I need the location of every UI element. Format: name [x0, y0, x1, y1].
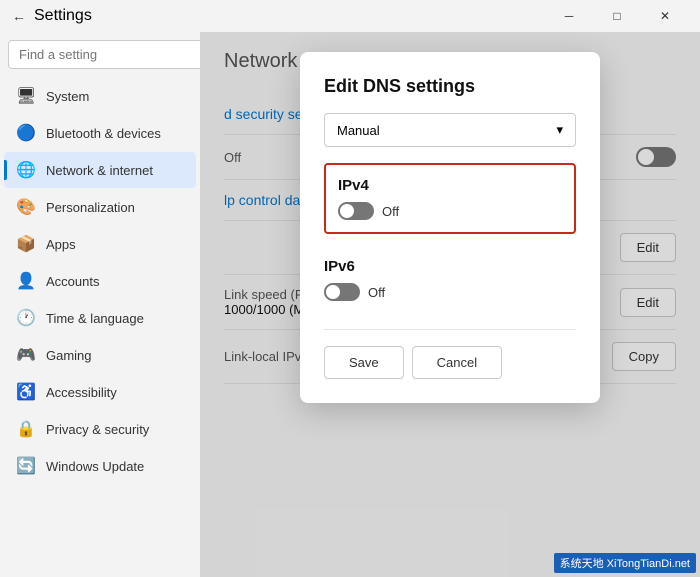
sidebar-item-time[interactable]: 🕐 Time & language [4, 300, 196, 336]
apps-icon: 📦 [16, 234, 34, 254]
settings-window: ← Settings ─ □ ✕ 🖥 System 🔵 Bluetooth & … [0, 0, 700, 577]
ipv6-toggle-row: Off [324, 283, 576, 301]
time-icon: 🕐 [16, 308, 34, 328]
network-icon: 🌐 [16, 160, 34, 180]
sidebar-item-system[interactable]: 🖥 System [4, 78, 196, 114]
sidebar-item-accounts[interactable]: 👤 Accounts [4, 263, 196, 299]
ipv4-off-label: Off [382, 204, 399, 219]
watermark: 系统天地 XiTongTianDi.net [554, 553, 696, 573]
sidebar-label-system: System [46, 89, 89, 104]
sidebar-item-update[interactable]: 🔄 Windows Update [4, 448, 196, 484]
save-button[interactable]: Save [324, 346, 404, 379]
personalization-icon: 🎨 [16, 197, 34, 217]
search-input[interactable] [8, 40, 200, 69]
active-indicator [4, 160, 7, 180]
dialog-overlay: Edit DNS settings Manual ▾ IPv4 Off [200, 32, 700, 577]
ipv6-label: IPv6 [324, 258, 576, 275]
maximize-button[interactable]: □ [594, 0, 640, 32]
accounts-icon: 👤 [16, 271, 34, 291]
sidebar-item-privacy[interactable]: 🔒 Privacy & security [4, 411, 196, 447]
sidebar: 🖥 System 🔵 Bluetooth & devices 🌐 Network… [0, 32, 200, 577]
gaming-icon: 🎮 [16, 345, 34, 365]
close-button[interactable]: ✕ [642, 0, 688, 32]
dns-dialog: Edit DNS settings Manual ▾ IPv4 Off [300, 52, 600, 403]
privacy-icon: 🔒 [16, 419, 34, 439]
titlebar: ← Settings ─ □ ✕ [0, 0, 700, 32]
sidebar-item-accessibility[interactable]: ♿ Accessibility [4, 374, 196, 410]
ipv4-label: IPv4 [338, 177, 562, 194]
minimize-button[interactable]: ─ [546, 0, 592, 32]
cancel-button[interactable]: Cancel [412, 346, 502, 379]
accessibility-icon: ♿ [16, 382, 34, 402]
main-area: Network & internet › Ethernet d security… [200, 32, 700, 577]
sidebar-item-network[interactable]: 🌐 Network & internet [4, 152, 196, 188]
ipv6-toggle[interactable] [324, 283, 360, 301]
sidebar-label-accessibility: Accessibility [46, 385, 117, 400]
sidebar-item-bluetooth[interactable]: 🔵 Bluetooth & devices [4, 115, 196, 151]
ipv6-section: IPv6 Off [324, 246, 576, 313]
sidebar-label-bluetooth: Bluetooth & devices [46, 126, 161, 141]
sidebar-label-update: Windows Update [46, 459, 144, 474]
window-controls: ─ □ ✕ [546, 0, 688, 32]
sidebar-label-personalization: Personalization [46, 200, 135, 215]
chevron-down-icon: ▾ [556, 122, 563, 138]
dialog-divider [324, 329, 576, 330]
system-icon: 🖥 [16, 86, 34, 106]
sidebar-item-apps[interactable]: 📦 Apps [4, 226, 196, 262]
dropdown-value: Manual [337, 123, 380, 138]
dialog-title: Edit DNS settings [324, 76, 576, 97]
sidebar-label-gaming: Gaming [46, 348, 92, 363]
sidebar-label-time: Time & language [46, 311, 144, 326]
update-icon: 🔄 [16, 456, 34, 476]
dialog-buttons: Save Cancel [324, 346, 576, 379]
main-content: 🖥 System 🔵 Bluetooth & devices 🌐 Network… [0, 32, 700, 577]
sidebar-label-privacy: Privacy & security [46, 422, 149, 437]
sidebar-item-personalization[interactable]: 🎨 Personalization [4, 189, 196, 225]
sidebar-label-network: Network & internet [46, 163, 153, 178]
ipv4-toggle-row: Off [338, 202, 562, 220]
sidebar-label-accounts: Accounts [46, 274, 99, 289]
sidebar-label-apps: Apps [46, 237, 76, 252]
ipv4-toggle[interactable] [338, 202, 374, 220]
bluetooth-icon: 🔵 [16, 123, 34, 143]
ipv6-off-label: Off [368, 285, 385, 300]
back-button[interactable]: ← [12, 8, 26, 24]
dns-dropdown[interactable]: Manual ▾ [324, 113, 576, 147]
ipv4-section: IPv4 Off [324, 163, 576, 234]
titlebar-title: Settings [34, 7, 92, 25]
sidebar-item-gaming[interactable]: 🎮 Gaming [4, 337, 196, 373]
